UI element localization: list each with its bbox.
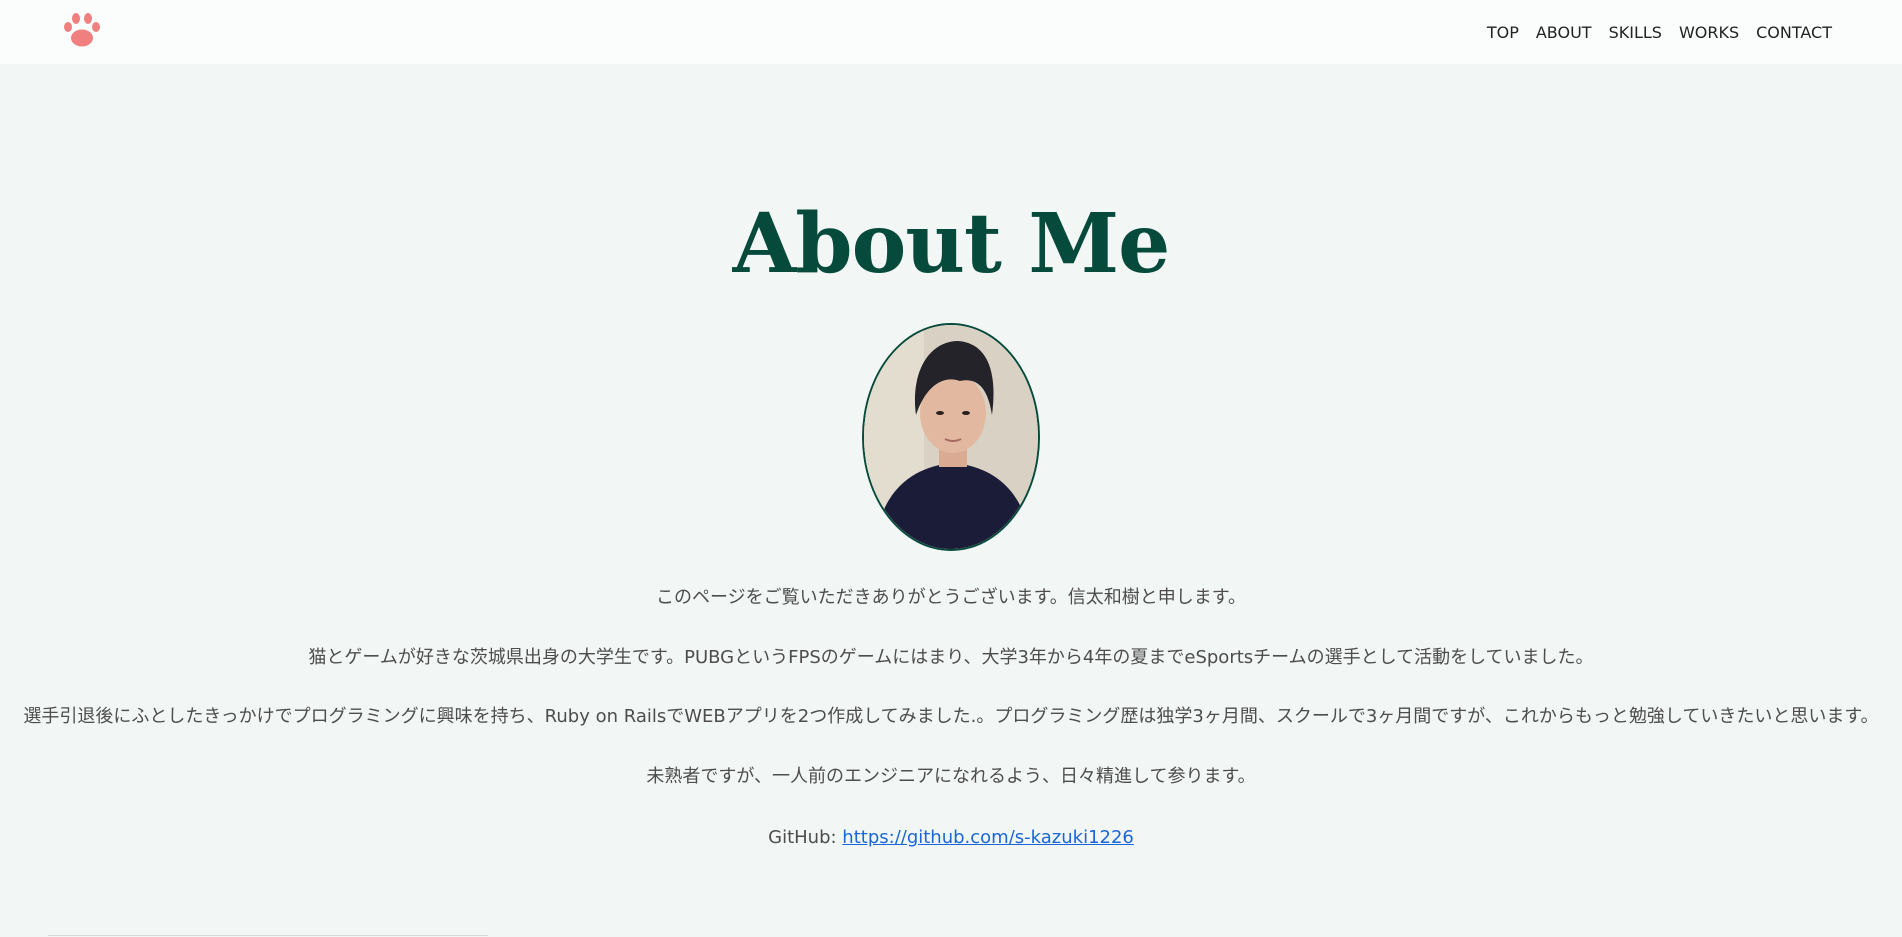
nav-about[interactable]: ABOUT [1536, 23, 1592, 42]
github-link[interactable]: https://github.com/s-kazuki1226 [842, 827, 1134, 848]
nav-top[interactable]: TOP [1487, 23, 1519, 42]
github-label: GitHub: [768, 827, 843, 848]
divider [48, 935, 488, 936]
site-header: TOP ABOUT SKILLS WORKS CONTACT [0, 0, 1902, 64]
goal-paragraph: 未熟者ですが、一人前のエンジニアになれるよう、日々精進して参ります。 [646, 766, 1256, 787]
nav-skills[interactable]: SKILLS [1609, 23, 1662, 42]
github-line: GitHub: https://github.com/s-kazuki1226 [0, 825, 1902, 851]
paw-icon[interactable] [62, 12, 102, 48]
nav-contact[interactable]: CONTACT [1756, 23, 1832, 42]
hobby-paragraph: 猫とゲームが好きな茨城県出身の大学生です。PUBGというFPSのゲームにはまり、… [308, 647, 1594, 668]
profile-photo [862, 323, 1040, 551]
programming-paragraph: 選手引退後にふとしたきっかけでプログラミングに興味を持ち、Ruby on Rai… [23, 706, 1879, 727]
intro-paragraph: このページをご覧いただきありがとうございます。信太和樹と申します。 [655, 587, 1247, 608]
page-title: About Me [732, 196, 1171, 292]
main-nav: TOP ABOUT SKILLS WORKS CONTACT [1470, 0, 1832, 64]
nav-works[interactable]: WORKS [1679, 23, 1739, 42]
